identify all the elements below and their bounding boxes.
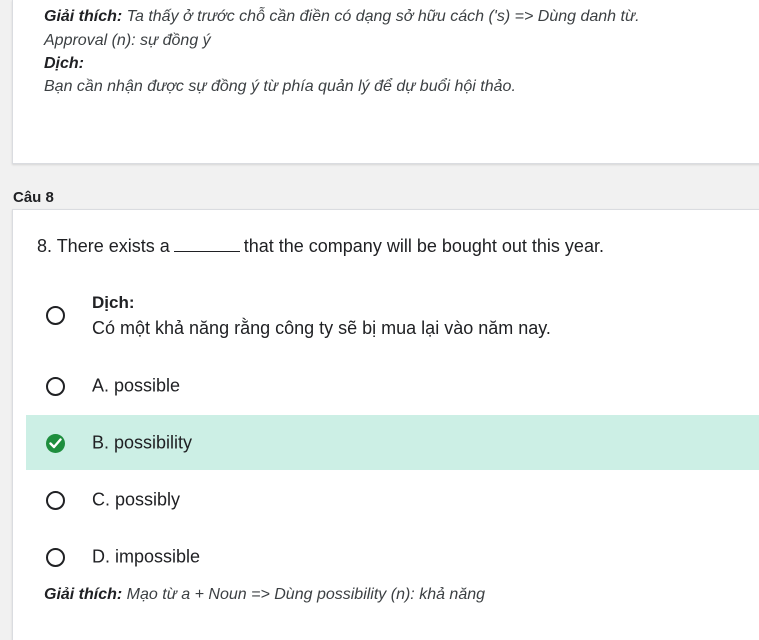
- explanation-label: Giải thích:: [44, 8, 123, 25]
- translation-body: Có một khả năng rằng công ty sẽ bị mua l…: [92, 318, 551, 338]
- option-label: B. possibility: [92, 432, 193, 452]
- final-explanation: Giải thích: Mạo từ a + Noun => Dùng poss…: [44, 586, 485, 604]
- check-circle-icon[interactable]: [46, 433, 65, 453]
- option-label: D. impossible: [92, 546, 201, 566]
- radio-button[interactable]: [46, 547, 65, 567]
- translation-label: Dịch:: [44, 55, 84, 72]
- translation-title: Dịch:: [92, 293, 135, 312]
- option-label: C. possibly: [92, 489, 181, 509]
- question-text: 8. There exists a that the company will b…: [37, 236, 604, 257]
- answer-blank: [173, 237, 240, 252]
- section-label: Câu 8: [13, 189, 54, 206]
- previous-answer-card: Giải thích: Ta thấy ở trước chỗ cần điền…: [12, 0, 759, 164]
- question-suffix: that the company will be bought out this…: [243, 236, 604, 256]
- option-translation[interactable]: Dịch: Có một khả năng rằng công ty sẽ bị…: [26, 286, 759, 344]
- translation-text: Bạn cần nhận được sự đồng ý từ phía quản…: [44, 78, 516, 95]
- question-prefix: 8. There exists a: [37, 236, 170, 256]
- question-card: 8. There exists a that the company will b…: [12, 209, 759, 640]
- explanation-line: Giải thích: Ta thấy ở trước chỗ cần điền…: [44, 7, 640, 27]
- option-b[interactable]: B. possibility: [26, 415, 759, 470]
- explanation-text: Ta thấy ở trước chỗ cần điền có dạng sở …: [122, 8, 640, 25]
- translation-block: Dịch: Có một khả năng rằng công ty sẽ bị…: [92, 292, 551, 340]
- radio-button[interactable]: [46, 490, 65, 510]
- option-label: A. possible: [92, 375, 181, 395]
- option-a[interactable]: A. possible: [26, 358, 759, 413]
- final-explanation-text: Mạo từ a + Noun => Dùng possibility (n):…: [122, 586, 486, 603]
- option-c[interactable]: C. possibly: [26, 472, 759, 527]
- radio-button[interactable]: [46, 306, 65, 325]
- option-d[interactable]: D. impossible: [26, 529, 759, 584]
- radio-button[interactable]: [46, 376, 65, 396]
- final-explanation-label: Giải thích:: [44, 586, 123, 603]
- vocab-line: Approval (n): sự đồng ý: [44, 32, 211, 49]
